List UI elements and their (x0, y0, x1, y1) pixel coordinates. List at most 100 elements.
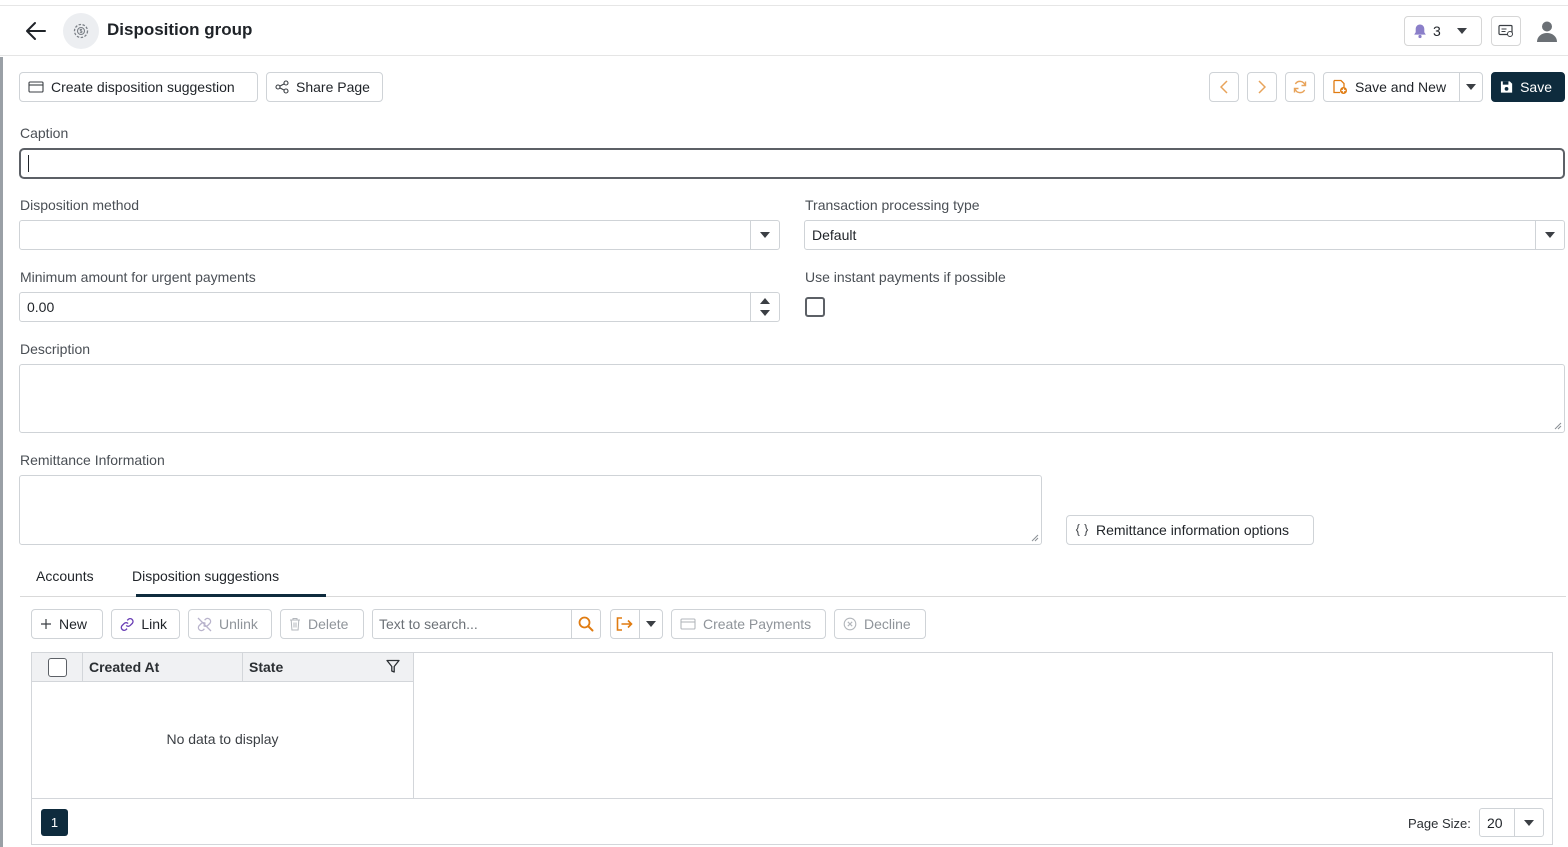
disposition-method-select[interactable] (19, 220, 780, 250)
card-icon (28, 81, 44, 93)
unlink-button[interactable]: Unlink (188, 609, 272, 639)
save-and-new-label: Save and New (1355, 79, 1447, 95)
delete-label: Delete (308, 616, 349, 632)
curly-braces-icon (1075, 524, 1089, 536)
chevron-down-icon (760, 232, 770, 238)
save-label: Save (1520, 79, 1552, 95)
chevron-down-icon (1545, 232, 1555, 238)
link-label: Link (141, 616, 167, 632)
remittance-information-label: Remittance Information (20, 452, 165, 468)
refresh-icon (1293, 80, 1307, 94)
dollar-gear-icon (63, 13, 99, 49)
tab-accounts[interactable]: Accounts (36, 568, 94, 584)
transaction-processing-type-dropdown-button[interactable] (1535, 221, 1564, 249)
minimum-amount-label: Minimum amount for urgent payments (20, 269, 256, 285)
chevron-down-icon (1524, 819, 1534, 826)
minimum-amount-input[interactable]: 0.00 (19, 292, 780, 322)
select-all-checkbox[interactable] (47, 657, 67, 677)
save-new-icon (1333, 79, 1347, 94)
grid-header: Created At State (32, 653, 413, 682)
save-and-new-dropdown[interactable] (1459, 72, 1483, 102)
left-edge-bar (0, 57, 3, 847)
minimum-amount-value: 0.00 (27, 299, 55, 315)
arrow-left-icon (26, 22, 46, 40)
create-disposition-suggestion-button[interactable]: Create disposition suggestion (19, 72, 258, 102)
page-size-dropdown-button[interactable] (1514, 809, 1543, 836)
tab-bar: Accounts Disposition suggestions (20, 560, 1566, 597)
minimum-amount-spinner[interactable] (750, 293, 779, 321)
active-tab-indicator (136, 594, 326, 597)
create-payments-button[interactable]: Create Payments (671, 609, 826, 639)
search-button[interactable] (571, 610, 600, 638)
caption-input[interactable] (19, 148, 1565, 179)
disposition-suggestions-grid: Created At State No data to display 1 Pa… (31, 652, 1553, 845)
grid-search-input[interactable] (373, 611, 569, 637)
transaction-processing-type-label: Transaction processing type (805, 197, 980, 213)
export-button[interactable] (610, 609, 640, 639)
page-header: Disposition group 3 (0, 6, 1568, 56)
resize-handle-icon[interactable] (1554, 422, 1562, 430)
refresh-button[interactable] (1285, 72, 1315, 102)
column-divider (242, 653, 243, 681)
export-dropdown[interactable] (639, 609, 663, 639)
disposition-method-dropdown-button[interactable] (750, 221, 779, 249)
share-page-button[interactable]: Share Page (266, 72, 383, 102)
messages-button[interactable] (1491, 16, 1521, 46)
back-button[interactable] (22, 18, 50, 44)
tab-disposition-suggestions[interactable]: Disposition suggestions (132, 568, 279, 584)
disposition-method-label: Disposition method (20, 197, 140, 213)
page-size-label: Page Size: (1408, 816, 1471, 831)
description-textarea[interactable] (19, 364, 1565, 433)
delete-button[interactable]: Delete (280, 609, 364, 639)
cancel-circle-icon (843, 617, 857, 631)
use-instant-payments-label: Use instant payments if possible (805, 269, 1006, 285)
remittance-information-options-label: Remittance information options (1096, 522, 1289, 538)
caption-label: Caption (20, 125, 69, 141)
user-avatar[interactable] (1533, 17, 1561, 45)
chevron-right-icon (1258, 80, 1266, 94)
link-icon (120, 617, 134, 631)
page-size-select[interactable]: 20 (1479, 808, 1544, 837)
chevron-down-icon (1466, 84, 1476, 90)
transaction-processing-type-value: Default (812, 227, 857, 243)
remittance-information-textarea[interactable] (19, 475, 1042, 545)
select-all-cell (32, 653, 83, 681)
remittance-information-options-button[interactable]: Remittance information options (1066, 515, 1314, 545)
column-created-at[interactable]: Created At (89, 653, 241, 681)
floppy-disk-icon (1500, 81, 1513, 93)
search-icon (578, 616, 594, 632)
description-label: Description (20, 341, 91, 357)
text-cursor (28, 155, 29, 172)
empty-state-text: No data to display (166, 731, 279, 747)
grid-search (372, 609, 601, 639)
trash-icon (290, 618, 300, 631)
transaction-processing-type-select[interactable]: Default (804, 220, 1565, 250)
notifications-button[interactable]: 3 (1404, 16, 1482, 46)
column-state[interactable]: State (249, 653, 379, 681)
grid-pager: 1 Page Size: 20 (32, 798, 1552, 844)
new-button[interactable]: New (31, 609, 103, 639)
decline-button[interactable]: Decline (834, 609, 926, 639)
next-record-button[interactable] (1247, 72, 1277, 102)
spin-up-icon[interactable] (760, 298, 770, 304)
spin-down-icon[interactable] (760, 310, 770, 316)
plus-icon (41, 619, 51, 629)
bell-icon (1414, 24, 1426, 39)
resize-handle-icon[interactable] (1031, 534, 1039, 542)
create-disposition-suggestion-label: Create disposition suggestion (51, 79, 235, 95)
previous-record-button[interactable] (1209, 72, 1239, 102)
chevron-down-icon (1456, 28, 1467, 34)
page-title: Disposition group (107, 20, 253, 39)
page-size-value: 20 (1487, 814, 1503, 831)
use-instant-payments-checkbox[interactable] (805, 297, 825, 317)
export-icon (616, 617, 633, 631)
page-button-current[interactable]: 1 (41, 809, 68, 836)
card-icon (680, 618, 696, 630)
filter-icon[interactable] (386, 659, 400, 677)
save-and-new-button[interactable]: Save and New (1323, 72, 1460, 102)
message-icon (1498, 24, 1513, 37)
unlink-icon (197, 617, 212, 631)
link-button[interactable]: Link (111, 609, 180, 639)
save-button[interactable]: Save (1491, 72, 1565, 102)
unlink-label: Unlink (219, 616, 258, 632)
